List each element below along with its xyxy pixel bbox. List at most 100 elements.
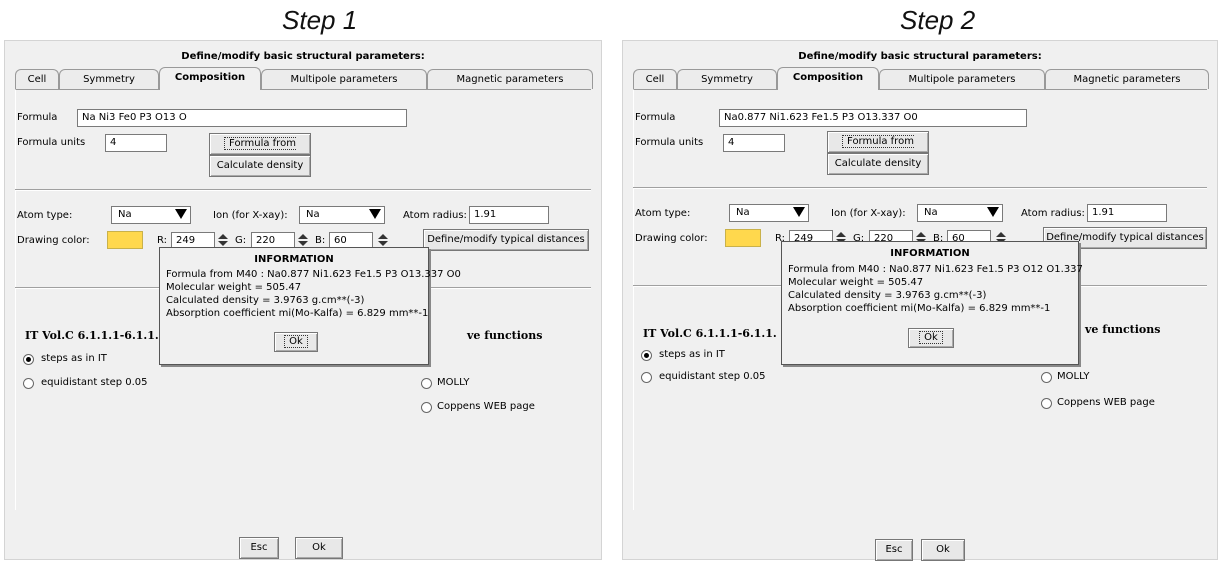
wave-functions-label: ve functions xyxy=(1085,323,1161,336)
atom-radius-input[interactable]: 1.91 xyxy=(1087,204,1167,222)
ok-button[interactable]: Ok xyxy=(921,539,965,561)
equidistant-step-radio[interactable] xyxy=(641,372,652,383)
b-label: B: xyxy=(315,235,326,246)
step-2-window: Define/modify basic structural parameter… xyxy=(622,40,1218,561)
info-absorption: Absorption coefficient mi(Mo-Kalfa) = 6.… xyxy=(166,308,429,319)
formula-units-label: Formula units xyxy=(17,137,86,148)
info-ok-button[interactable]: Ok xyxy=(274,332,318,352)
it-vol-label: IT Vol.C 6.1.1.1-6.1.1. xyxy=(25,329,159,342)
spin-down-icon xyxy=(218,241,228,246)
spin-up-icon xyxy=(916,232,926,237)
color-swatch[interactable] xyxy=(725,229,761,247)
equidistant-step-radio[interactable] xyxy=(23,378,34,389)
info-formula-line: Formula from M40 : Na0.877 Ni1.623 Fe1.5… xyxy=(788,264,1083,275)
chevron-down-icon xyxy=(793,207,805,217)
formula-input[interactable]: Na0.877 Ni1.623 Fe1.5 P3 O13.337 O0 xyxy=(719,109,1027,127)
steps-as-in-it-radio[interactable] xyxy=(23,354,34,365)
info-ok-button[interactable]: Ok xyxy=(908,328,954,348)
formula-label: Formula xyxy=(17,112,58,123)
atom-type-select[interactable]: Na xyxy=(111,206,191,224)
ion-value: Na xyxy=(306,209,320,220)
steps-as-in-it-label: steps as in IT xyxy=(41,353,107,364)
info-density: Calculated density = 3.9763 g.cm**(-3) xyxy=(788,290,987,301)
formula-from-m40-button[interactable]: Formula from M40 xyxy=(827,131,929,168)
information-dialog: INFORMATION Formula from M40 : Na0.877 N… xyxy=(781,241,1083,365)
information-dialog: INFORMATION Formula from M40 : Na0.877 N… xyxy=(159,247,461,365)
tab-bar: Cell Symmetry Composition Multipole para… xyxy=(15,67,593,90)
spin-down-icon xyxy=(378,241,388,246)
tab-bar: Cell Symmetry Composition Multipole para… xyxy=(633,67,1209,90)
tab-composition[interactable]: Composition xyxy=(777,67,879,90)
info-absorption: Absorption coefficient mi(Mo-Kalfa) = 6.… xyxy=(788,303,1051,314)
tab-cell[interactable]: Cell xyxy=(633,69,677,89)
formula-input[interactable]: Na Ni3 Fe0 P3 O13 O xyxy=(77,109,407,127)
formula-label: Formula xyxy=(635,112,676,123)
atom-type-label: Atom type: xyxy=(635,208,691,219)
information-title: INFORMATION xyxy=(254,254,334,265)
molly-label: MOLLY xyxy=(1057,371,1090,382)
ok-button[interactable]: Ok xyxy=(295,537,343,559)
esc-button[interactable]: Esc xyxy=(239,537,279,559)
ion-label: Ion (for X-xay): xyxy=(831,208,906,219)
ion-label: Ion (for X-xay): xyxy=(213,210,288,221)
tab-symmetry[interactable]: Symmetry xyxy=(59,69,159,89)
g-label: G: xyxy=(235,235,247,246)
tab-magnetic-parameters[interactable]: Magnetic parameters xyxy=(1045,69,1209,89)
ion-value: Na xyxy=(924,207,938,218)
molly-radio[interactable] xyxy=(1041,372,1052,383)
r-label: R: xyxy=(157,235,168,246)
tab-cell[interactable]: Cell xyxy=(15,69,59,89)
separator xyxy=(15,189,591,191)
tab-multipole-parameters[interactable]: Multipole parameters xyxy=(879,69,1045,89)
tab-symmetry[interactable]: Symmetry xyxy=(677,69,777,89)
atom-type-label: Atom type: xyxy=(17,210,73,221)
spin-down-icon xyxy=(298,241,308,246)
atom-radius-label: Atom radius: xyxy=(403,210,467,221)
esc-button[interactable]: Esc xyxy=(875,539,913,561)
typical-distances-button[interactable]: Define/modify typical distances xyxy=(423,229,589,251)
spin-up-icon xyxy=(836,232,846,237)
calculate-density-button[interactable]: Calculate density xyxy=(827,153,929,175)
drawing-color-label: Drawing color: xyxy=(635,233,708,244)
atom-radius-label: Atom radius: xyxy=(1021,208,1085,219)
tab-composition[interactable]: Composition xyxy=(159,67,261,90)
spin-up-icon xyxy=(378,234,388,239)
spin-up-icon xyxy=(218,234,228,239)
equidistant-step-label: equidistant step 0.05 xyxy=(659,371,766,382)
chevron-down-icon xyxy=(369,209,381,219)
wave-functions-label: ve functions xyxy=(467,329,543,342)
coppens-label: Coppens WEB page xyxy=(1057,397,1155,408)
formula-units-input[interactable]: 4 xyxy=(105,134,167,152)
drawing-color-label: Drawing color: xyxy=(17,235,90,246)
atom-radius-input[interactable]: 1.91 xyxy=(469,206,549,224)
formula-units-input[interactable]: 4 xyxy=(723,134,785,152)
molly-label: MOLLY xyxy=(437,377,470,388)
calculate-density-button[interactable]: Calculate density xyxy=(209,155,311,177)
window-title: Define/modify basic structural parameter… xyxy=(798,51,1042,62)
window-title: Define/modify basic structural parameter… xyxy=(181,51,425,62)
step-2-title: Step 2 xyxy=(900,5,976,35)
info-formula-line: Formula from M40 : Na0.877 Ni1.623 Fe1.5… xyxy=(166,269,461,280)
info-molecular-weight: Molecular weight = 505.47 xyxy=(788,277,924,288)
tab-multipole-parameters[interactable]: Multipole parameters xyxy=(261,69,427,89)
separator xyxy=(633,187,1207,189)
spin-up-icon xyxy=(996,232,1006,237)
blue-spinner[interactable] xyxy=(377,233,389,247)
ion-select[interactable]: Na xyxy=(299,206,385,224)
green-spinner[interactable] xyxy=(297,233,309,247)
molly-radio[interactable] xyxy=(421,378,432,389)
coppens-radio[interactable] xyxy=(1041,398,1052,409)
steps-as-in-it-radio[interactable] xyxy=(641,350,652,361)
color-swatch[interactable] xyxy=(107,231,143,249)
tab-magnetic-parameters[interactable]: Magnetic parameters xyxy=(427,69,593,89)
atom-type-value: Na xyxy=(736,207,750,218)
info-ok-label: Ok xyxy=(284,335,308,348)
atom-type-select[interactable]: Na xyxy=(729,204,809,222)
formula-from-m40-button[interactable]: Formula from M40 xyxy=(209,133,311,170)
information-title: INFORMATION xyxy=(890,248,970,259)
steps-as-in-it-label: steps as in IT xyxy=(659,349,725,360)
red-spinner[interactable] xyxy=(217,233,229,247)
spin-up-icon xyxy=(298,234,308,239)
coppens-radio[interactable] xyxy=(421,402,432,413)
ion-select[interactable]: Na xyxy=(917,204,1003,222)
